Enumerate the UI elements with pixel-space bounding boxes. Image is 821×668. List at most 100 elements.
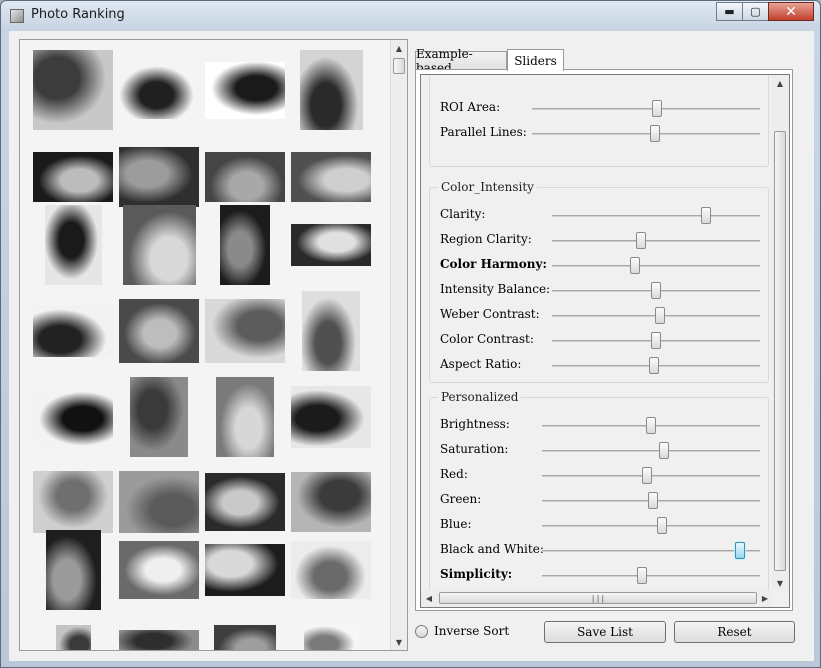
photo-thumbnail-splash-figures[interactable] bbox=[205, 61, 285, 119]
slider-handle[interactable] bbox=[637, 567, 648, 584]
sliders-scroll-area[interactable]: ROI Area: Parallel Lines: Color_Intensity C… bbox=[420, 74, 790, 608]
photo-thumbnail-bicycle-legs[interactable] bbox=[119, 147, 199, 207]
photo-thumbnail-train-tunnel[interactable] bbox=[205, 544, 285, 596]
inverse-sort-radio[interactable]: Inverse Sort bbox=[415, 624, 509, 638]
slider-handle[interactable] bbox=[630, 257, 641, 274]
slider-row: Aspect Ratio: bbox=[430, 354, 770, 376]
photo-thumbnail-girl-on-swing[interactable] bbox=[119, 299, 199, 363]
slider-handle[interactable] bbox=[700, 207, 711, 224]
photo-thumbnail-winter-trees[interactable] bbox=[44, 205, 102, 285]
photo-thumbnail-curved-leaf[interactable] bbox=[291, 386, 371, 448]
sliders-vertical-scrollbar[interactable]: ▲ ▼ bbox=[772, 75, 789, 591]
photo-image bbox=[119, 471, 199, 533]
slider-handle[interactable] bbox=[641, 467, 652, 484]
photo-image bbox=[119, 541, 199, 599]
slider-handle[interactable] bbox=[648, 492, 659, 509]
photo-image bbox=[119, 299, 199, 363]
photo-thumbnail-dog[interactable] bbox=[214, 625, 276, 650]
thumbnail-list[interactable]: ▲ ▼ bbox=[19, 39, 408, 651]
photo-thumbnail-barbed-wire[interactable] bbox=[33, 305, 113, 357]
slider-handle[interactable] bbox=[659, 442, 670, 459]
photo-thumbnail-boy-with-cap[interactable] bbox=[291, 472, 371, 532]
slider-track[interactable] bbox=[542, 550, 760, 552]
slider-track[interactable] bbox=[542, 575, 760, 577]
photo-thumbnail-daisy-flower[interactable] bbox=[119, 541, 199, 599]
photo-image bbox=[33, 152, 113, 202]
slider-handle[interactable] bbox=[646, 417, 656, 434]
photo-thumbnail-statue-of-liberty[interactable] bbox=[299, 50, 363, 130]
scroll-down-arrow-icon[interactable]: ▼ bbox=[772, 575, 788, 591]
photo-thumbnail-night-lights[interactable] bbox=[291, 224, 371, 266]
scroll-left-arrow-icon[interactable]: ◀ bbox=[421, 590, 437, 606]
tab-sliders[interactable]: Sliders bbox=[507, 49, 564, 71]
photo-thumbnail-baby-bottle[interactable] bbox=[33, 388, 113, 446]
scrollbar-thumb[interactable]: ||| bbox=[439, 592, 757, 604]
photo-thumbnail-plant-on-stool[interactable] bbox=[220, 205, 270, 285]
photo-thumbnail-child-partial[interactable] bbox=[55, 625, 91, 650]
slider-label: Intensity Balance: bbox=[440, 282, 551, 296]
photo-thumbnail-lamp[interactable] bbox=[119, 630, 199, 650]
slider-handle[interactable] bbox=[652, 100, 663, 117]
slider-handle[interactable] bbox=[656, 517, 667, 534]
photo-thumbnail-person-standing[interactable] bbox=[130, 377, 188, 457]
photo-thumbnail-mushroom[interactable] bbox=[33, 152, 113, 202]
scrollbar-thumb[interactable] bbox=[393, 58, 405, 74]
slider-track[interactable] bbox=[532, 133, 760, 135]
slider-handle[interactable] bbox=[651, 282, 661, 299]
slider-handle[interactable] bbox=[655, 307, 666, 324]
photo-thumbnail-child-face[interactable] bbox=[205, 299, 285, 363]
photo-thumbnail-elderly-man-hat[interactable] bbox=[302, 291, 360, 371]
slider-track[interactable] bbox=[552, 265, 760, 267]
slider-handle[interactable] bbox=[636, 232, 647, 249]
close-button[interactable]: ✕ bbox=[768, 2, 814, 21]
photo-image bbox=[55, 625, 91, 650]
scroll-down-arrow-icon[interactable]: ▼ bbox=[391, 634, 407, 650]
slider-handle[interactable] bbox=[650, 125, 661, 142]
minimize-button[interactable]: ▬ bbox=[716, 2, 743, 21]
sliders-horizontal-scrollbar[interactable]: ◀ ||| ▶ bbox=[421, 590, 773, 607]
save-list-button[interactable]: Save List bbox=[544, 621, 666, 643]
radio-circle-icon[interactable] bbox=[415, 624, 428, 638]
reset-button[interactable]: Reset bbox=[674, 621, 795, 643]
slider-handle[interactable] bbox=[648, 357, 659, 374]
thumbnail-vertical-scrollbar[interactable]: ▲ ▼ bbox=[390, 40, 407, 650]
photo-thumbnail-gravestones[interactable] bbox=[205, 152, 285, 202]
scroll-up-arrow-icon[interactable]: ▲ bbox=[391, 40, 407, 56]
photo-thumbnail-woman-portrait[interactable] bbox=[45, 530, 101, 610]
slider-handle[interactable] bbox=[643, 74, 653, 75]
scroll-right-arrow-icon[interactable]: ▶ bbox=[757, 590, 773, 606]
tab-example-based[interactable]: Example-based bbox=[415, 47, 507, 75]
photo-thumbnail-text-numbers[interactable] bbox=[303, 625, 359, 650]
photo-thumbnail-motorcycle-engine[interactable] bbox=[205, 473, 285, 531]
photo-image bbox=[205, 152, 285, 202]
scroll-up-arrow-icon[interactable]: ▲ bbox=[772, 75, 788, 91]
photo-thumbnail-seagull[interactable] bbox=[119, 471, 199, 533]
slider-track[interactable] bbox=[532, 108, 760, 110]
app-icon bbox=[10, 9, 24, 23]
slider-handle[interactable] bbox=[735, 542, 746, 559]
slider-label: Aspect Ratio: bbox=[440, 357, 522, 371]
photo-image bbox=[33, 305, 113, 357]
slider-track[interactable] bbox=[552, 240, 760, 242]
photo-image bbox=[205, 473, 285, 531]
maximize-button[interactable]: ▢ bbox=[742, 2, 769, 21]
slider-handle[interactable] bbox=[651, 332, 661, 349]
scrollbar-thumb[interactable] bbox=[774, 131, 786, 571]
photo-image bbox=[205, 299, 285, 363]
slider-track[interactable] bbox=[542, 450, 760, 452]
title-bar[interactable]: Photo Ranking ▬ ▢ ✕ bbox=[1, 1, 820, 31]
photo-image bbox=[291, 224, 371, 266]
photo-thumbnail-woman-reading[interactable] bbox=[216, 377, 274, 457]
photo-thumbnail-flower-in-bowl[interactable] bbox=[119, 61, 199, 119]
photo-thumbnail-dining-hall[interactable] bbox=[291, 541, 371, 599]
photo-thumbnail-lake-boat[interactable] bbox=[291, 152, 371, 202]
slider-row: Simplicity: bbox=[430, 564, 770, 586]
photo-thumbnail-soldiers-child[interactable] bbox=[122, 205, 196, 285]
slider-track[interactable] bbox=[552, 215, 760, 217]
photo-thumbnail-bubbles-texture[interactable] bbox=[33, 471, 113, 533]
slider-track[interactable] bbox=[542, 525, 760, 527]
slider-label: Parallel Lines: bbox=[440, 125, 527, 139]
window-title: Photo Ranking bbox=[31, 7, 125, 22]
photo-image bbox=[302, 291, 360, 371]
photo-thumbnail-astronaut-child[interactable] bbox=[33, 50, 113, 130]
